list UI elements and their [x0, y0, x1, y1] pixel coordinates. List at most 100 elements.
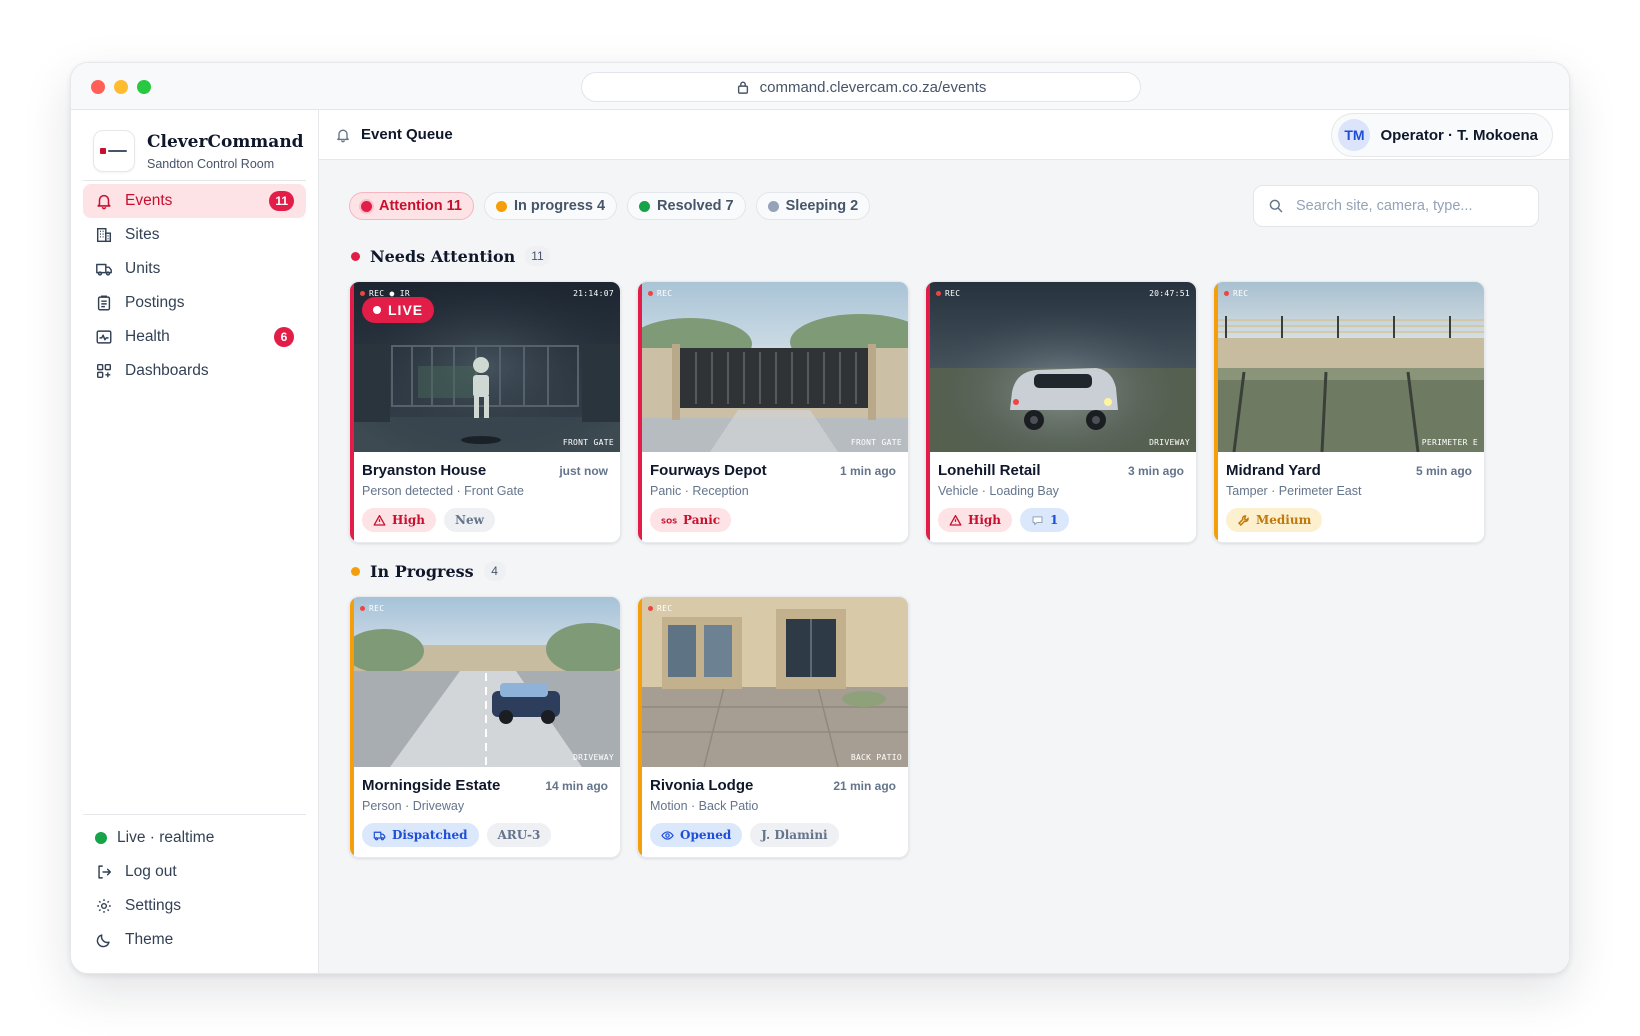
sidebar-item-label: Dashboards — [125, 362, 209, 379]
card-detail: Tamper · Perimeter East — [1226, 484, 1362, 498]
card-accent — [926, 282, 930, 542]
brand-logo — [93, 130, 135, 172]
osd-camera-name: DRIVEWAY — [573, 753, 614, 762]
theme-toggle[interactable]: Theme — [83, 923, 306, 957]
sidebar-item-label: Postings — [125, 294, 185, 311]
sidebar-item-postings[interactable]: Postings — [83, 286, 306, 320]
live-status: Live · realtime — [83, 821, 306, 855]
events-count-badge: 11 — [269, 191, 294, 211]
warning-icon — [373, 514, 386, 526]
card-time: 14 min ago — [545, 779, 608, 793]
opened-tag: Opened — [650, 823, 743, 847]
sidebar-item-dashboards[interactable]: Dashboards — [83, 354, 306, 388]
operator-label: Operator · T. Mokoena — [1380, 126, 1538, 144]
section-dot — [351, 566, 360, 576]
comments-tag[interactable]: 1 — [1020, 508, 1070, 532]
search-input[interactable] — [1296, 198, 1516, 214]
activity-icon — [96, 330, 112, 344]
live-status-dot — [95, 832, 107, 844]
card-detail: Motion · Back Patio — [650, 799, 759, 813]
lock-icon — [737, 81, 748, 94]
comment-icon — [1032, 515, 1043, 525]
operator-tag: J. Dlamini — [750, 823, 839, 847]
section-title: Needs Attention — [370, 246, 516, 266]
filter-label: In progress 4 — [513, 198, 606, 214]
card-body: Morningside Estate 14 min ago Person · D… — [362, 777, 608, 813]
filter-dot — [361, 200, 372, 212]
card-accent — [1214, 282, 1218, 542]
sidebar-item-units[interactable]: Units — [83, 252, 306, 286]
topbar: Event Queue TM Operator · T. Mokoena — [319, 110, 1569, 160]
event-card-bryanston-house[interactable]: REC ● IR 21:14:07 FRONT GATE LIVE Bryans… — [349, 281, 621, 543]
gear-icon — [97, 899, 111, 913]
operator-menu[interactable]: TM Operator · T. Mokoena — [1331, 113, 1553, 157]
filter-in-progress[interactable]: In progress 4 — [483, 192, 618, 220]
live-status-label: Live · realtime — [117, 829, 215, 846]
card-tags: Dispatched ARU-3 — [362, 823, 552, 847]
browser-titlebar: command.clevercam.co.za/events — [71, 63, 1569, 110]
event-card-rivonia-lodge[interactable]: REC BACK PATIO Rivonia Lodge 21 min ago … — [637, 596, 909, 858]
maximize-window-button[interactable] — [137, 80, 151, 94]
logout-icon — [98, 865, 112, 879]
main-content: Event Queue TM Operator · T. Mokoena Att… — [319, 110, 1569, 973]
event-card-lonehill-retail[interactable]: REC 20:47:51 DRIVEWAY Lonehill Retail 3 … — [925, 281, 1197, 543]
sidebar-nav: Events 11 Sites Units Postings Health 6 — [83, 184, 306, 388]
panic-tag: SOS Panic — [650, 508, 732, 532]
card-tags: Medium — [1226, 508, 1323, 532]
sidebar-divider — [83, 180, 306, 181]
sidebar-item-events[interactable]: Events 11 — [83, 184, 306, 218]
sidebar-item-label: Health — [125, 328, 170, 345]
card-detail: Vehicle · Loading Bay — [938, 484, 1059, 498]
sidebar-item-label: Units — [125, 260, 161, 277]
sidebar-item-health[interactable]: Health 6 — [83, 320, 306, 354]
filter-resolved[interactable]: Resolved 7 — [627, 192, 746, 220]
page-title: Event Queue — [361, 126, 453, 143]
section-dot — [351, 251, 360, 261]
camera-frame-front-gate — [638, 282, 908, 452]
card-body: Midrand Yard 5 min ago Tamper · Perimete… — [1226, 462, 1472, 498]
osd-camera-name: FRONT GATE — [562, 438, 614, 447]
filter-attention[interactable]: Attention 11 — [349, 192, 474, 220]
sidebar-footer: Live · realtime Log out Settings Theme — [83, 821, 306, 957]
settings-button[interactable]: Settings — [83, 889, 306, 923]
camera-frame-back-patio — [638, 597, 908, 767]
card-time: 21 min ago — [833, 779, 896, 793]
truck-icon — [373, 831, 386, 840]
card-body: Fourways Depot 1 min ago Panic · Recepti… — [650, 462, 896, 498]
sidebar-item-sites[interactable]: Sites — [83, 218, 306, 252]
url-text: command.clevercam.co.za/events — [759, 78, 987, 96]
sos-icon: SOS — [661, 516, 677, 525]
filter-sleeping[interactable]: Sleeping 2 — [755, 192, 871, 220]
event-card-morningside-estate[interactable]: REC DRIVEWAY Morningside Estate 14 min a… — [349, 596, 621, 858]
filter-dot — [495, 200, 507, 212]
building-icon — [96, 227, 112, 243]
close-window-button[interactable] — [91, 80, 105, 94]
grid-icon — [96, 363, 112, 379]
osd-rec: REC — [1224, 289, 1248, 298]
minimize-window-button[interactable] — [114, 80, 128, 94]
osd-camera-name: DRIVEWAY — [1149, 438, 1190, 447]
card-time: 3 min ago — [1127, 464, 1184, 478]
search-icon — [1269, 199, 1283, 213]
camera-frame-perimeter — [1214, 282, 1484, 452]
filter-dot — [639, 200, 651, 212]
card-tags: Opened J. Dlamini — [650, 823, 839, 847]
logout-button[interactable]: Log out — [83, 855, 306, 889]
bell-icon — [337, 129, 349, 142]
osd-timestamp: 20:47:51 — [1149, 289, 1190, 298]
logout-label: Log out — [125, 863, 177, 880]
osd-timestamp: 21:14:07 — [573, 289, 614, 298]
event-card-fourways-depot[interactable]: REC FRONT GATE Fourways Depot 1 min ago … — [637, 281, 909, 543]
bell-icon — [97, 194, 111, 210]
card-accent — [350, 597, 354, 857]
status-filters: Attention 11 In progress 4 Resolved 7 Sl… — [349, 192, 871, 220]
sidebar-bottom-divider — [83, 814, 306, 815]
warning-icon — [949, 514, 962, 526]
filter-label: Sleeping 2 — [785, 198, 859, 214]
event-card-midrand-yard[interactable]: REC PERIMETER E Midrand Yard 5 min ago T… — [1213, 281, 1485, 543]
sidebar: CleverCommand Sandton Control Room Event… — [71, 110, 319, 973]
osd-camera-name: BACK PATIO — [850, 753, 902, 762]
osd-rec: REC — [648, 604, 672, 613]
osd-rec: REC — [648, 289, 672, 298]
address-bar[interactable]: command.clevercam.co.za/events — [581, 72, 1141, 102]
